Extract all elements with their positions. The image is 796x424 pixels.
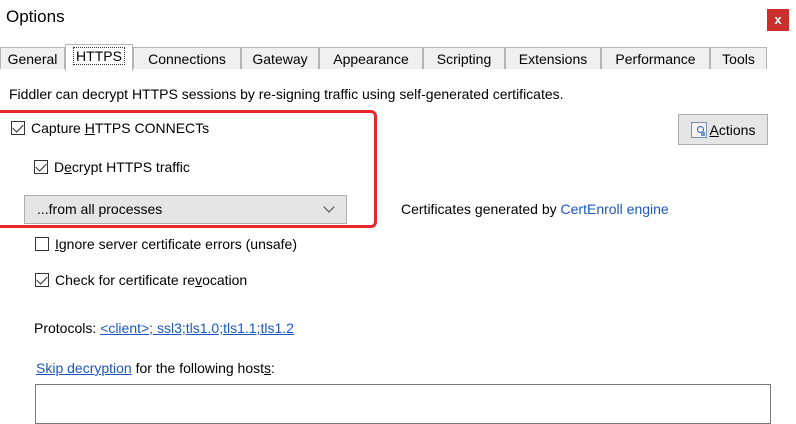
skip-decryption-label: for the following hosts: — [131, 360, 275, 376]
https-info-text: Fiddler can decrypt HTTPS sessions by re… — [9, 86, 564, 102]
actions-button[interactable]: Actions — [678, 114, 768, 145]
decrypt-https-checkbox[interactable] — [34, 160, 48, 174]
decrypt-https-label: Decrypt HTTPS traffic — [54, 159, 190, 175]
decrypt-https-traffic[interactable]: Decrypt HTTPS traffic — [34, 159, 190, 175]
tab-label: HTTPS — [73, 47, 125, 65]
certificate-engine-info: Certificates generated by CertEnroll eng… — [401, 201, 669, 217]
tab-gateway[interactable]: Gateway — [241, 47, 319, 69]
title-bar: Options x — [0, 0, 796, 38]
check-cert-revocation[interactable]: Check for certificate revocation — [35, 272, 247, 288]
tab-label: Appearance — [333, 51, 409, 67]
skip-hosts-textarea[interactable] — [35, 384, 771, 424]
ignore-cert-errors-checkbox[interactable] — [35, 237, 49, 251]
tab-tools[interactable]: Tools — [710, 47, 767, 69]
process-filter-dropdown[interactable]: ...from all processes — [24, 195, 347, 224]
skip-decryption-link[interactable]: Skip decryption — [36, 360, 132, 376]
tab-label: Gateway — [252, 51, 308, 67]
tab-label: General — [7, 51, 58, 67]
skip-decryption-line: Skip decryption for the following hosts: — [36, 360, 275, 376]
capture-https-label: Capture HTTPS CONNECTs — [31, 120, 210, 136]
capture-https-checkbox[interactable] — [11, 121, 25, 135]
check-revocation-checkbox[interactable] — [35, 273, 49, 287]
tab-extensions[interactable]: Extensions — [505, 47, 601, 69]
tab-strip: General HTTPS Connections Gateway Appear… — [0, 44, 796, 71]
tab-label: Connections — [148, 51, 226, 67]
window-title: Options — [6, 7, 65, 26]
tab-label: Extensions — [518, 51, 588, 67]
capture-https-connects[interactable]: Capture HTTPS CONNECTs — [11, 120, 209, 136]
tab-https[interactable]: HTTPS — [65, 44, 133, 71]
tab-label: Tools — [722, 51, 755, 67]
chevron-down-icon — [323, 201, 335, 213]
https-panel: Fiddler can decrypt HTTPS sessions by re… — [0, 70, 796, 424]
process-filter-value: ...from all processes — [37, 201, 163, 217]
close-button[interactable]: x — [767, 9, 789, 31]
tab-label: Performance — [615, 51, 696, 67]
protocols-line: Protocols: <client>; ssl3;tls1.0;tls1.1;… — [34, 320, 294, 336]
protocols-link[interactable]: <client>; ssl3;tls1.0;tls1.1;tls1.2 — [100, 320, 294, 336]
certificate-actions-icon — [690, 121, 707, 138]
tab-appearance[interactable]: Appearance — [319, 47, 423, 69]
protocols-label: Protocols: — [34, 320, 101, 336]
tab-performance[interactable]: Performance — [601, 47, 710, 69]
ignore-cert-errors-label: Ignore server certificate errors (unsafe… — [55, 236, 297, 252]
check-revocation-label: Check for certificate revocation — [55, 272, 248, 288]
tab-scripting[interactable]: Scripting — [423, 47, 505, 69]
actions-label: Actions — [709, 121, 756, 138]
ignore-cert-errors[interactable]: Ignore server certificate errors (unsafe… — [35, 236, 297, 252]
tab-label: Scripting — [436, 51, 492, 67]
tab-connections[interactable]: Connections — [133, 47, 241, 69]
tab-general[interactable]: General — [0, 47, 65, 69]
cert-info-prefix: Certificates generated by — [401, 201, 561, 217]
certenroll-engine-link[interactable]: CertEnroll engine — [561, 201, 669, 217]
